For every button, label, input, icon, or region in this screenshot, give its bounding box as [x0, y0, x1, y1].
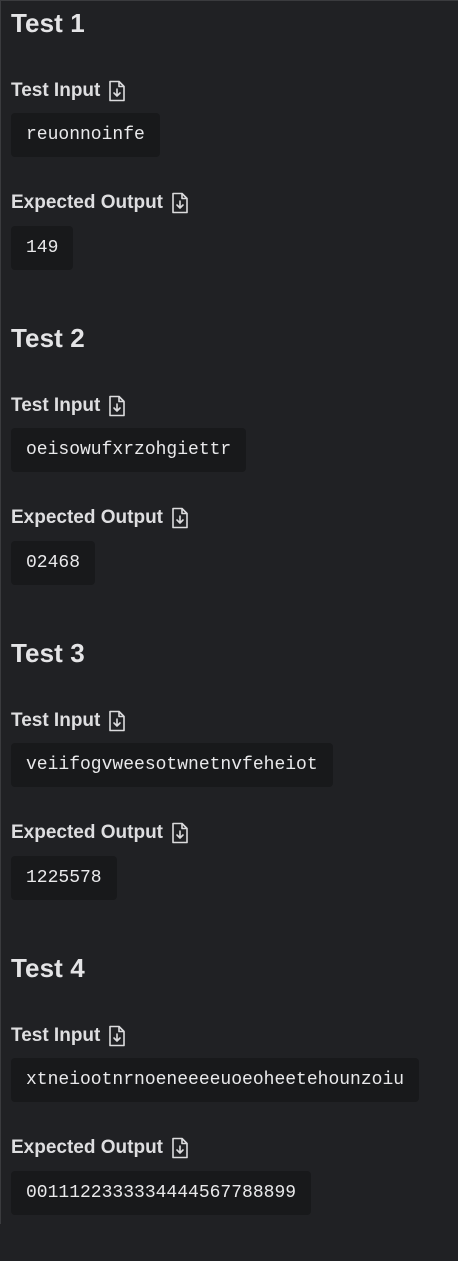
- test-input-value: oeisowufxrzohgiettr: [11, 428, 247, 472]
- test-case-3: Test 3 Test Input veiifogvweesotwnetnvfe…: [11, 631, 458, 946]
- expected-output-label: Expected Output: [11, 822, 164, 843]
- test-input-header: Test Input: [11, 79, 126, 103]
- download-file-icon[interactable]: [108, 710, 126, 732]
- test-input-header: Test Input: [11, 394, 126, 418]
- expected-output-value: 1225578: [11, 856, 117, 900]
- expected-output-label: Expected Output: [11, 192, 164, 213]
- expected-output-value: 0011122333334444567788899: [11, 1171, 312, 1215]
- expected-output-header: Expected Output: [11, 506, 189, 530]
- test-title: Test 4: [11, 953, 85, 983]
- test-title: Test 2: [11, 323, 85, 353]
- test-case-4: Test 4 Test Input xtneiootnrnoeneeeeuoeo…: [11, 946, 458, 1261]
- test-input-label: Test Input: [11, 80, 101, 101]
- test-input-header: Test Input: [11, 709, 126, 733]
- download-file-icon[interactable]: [171, 507, 189, 529]
- test-cases-list: Test 1 Test Input reuonnoinfe Expected O…: [1, 1, 458, 1261]
- download-file-icon[interactable]: [108, 395, 126, 417]
- expected-output-label: Expected Output: [11, 507, 164, 528]
- expected-output-header: Expected Output: [11, 1136, 189, 1160]
- download-file-icon[interactable]: [108, 1025, 126, 1047]
- test-title: Test 1: [11, 8, 85, 38]
- test-input-label: Test Input: [11, 1025, 101, 1046]
- test-input-label: Test Input: [11, 395, 101, 416]
- test-input-value: xtneiootnrnoeneeeeuoeoheetehounzoiu: [11, 1058, 420, 1102]
- test-input-header: Test Input: [11, 1024, 126, 1048]
- expected-output-header: Expected Output: [11, 821, 189, 845]
- download-file-icon[interactable]: [108, 80, 126, 102]
- download-file-icon[interactable]: [171, 1137, 189, 1159]
- test-title: Test 3: [11, 638, 85, 668]
- download-file-icon[interactable]: [171, 822, 189, 844]
- test-input-label: Test Input: [11, 710, 101, 731]
- expected-output-value: 149: [11, 226, 74, 270]
- test-input-value: veiifogvweesotwnetnvfeheiot: [11, 743, 333, 787]
- expected-output-label: Expected Output: [11, 1137, 164, 1158]
- test-input-value: reuonnoinfe: [11, 113, 160, 157]
- expected-output-value: 02468: [11, 541, 96, 585]
- test-case-1: Test 1 Test Input reuonnoinfe Expected O…: [11, 1, 458, 316]
- expected-output-header: Expected Output: [11, 191, 189, 215]
- download-file-icon[interactable]: [171, 192, 189, 214]
- test-case-2: Test 2 Test Input oeisowufxrzohgiettr Ex…: [11, 316, 458, 631]
